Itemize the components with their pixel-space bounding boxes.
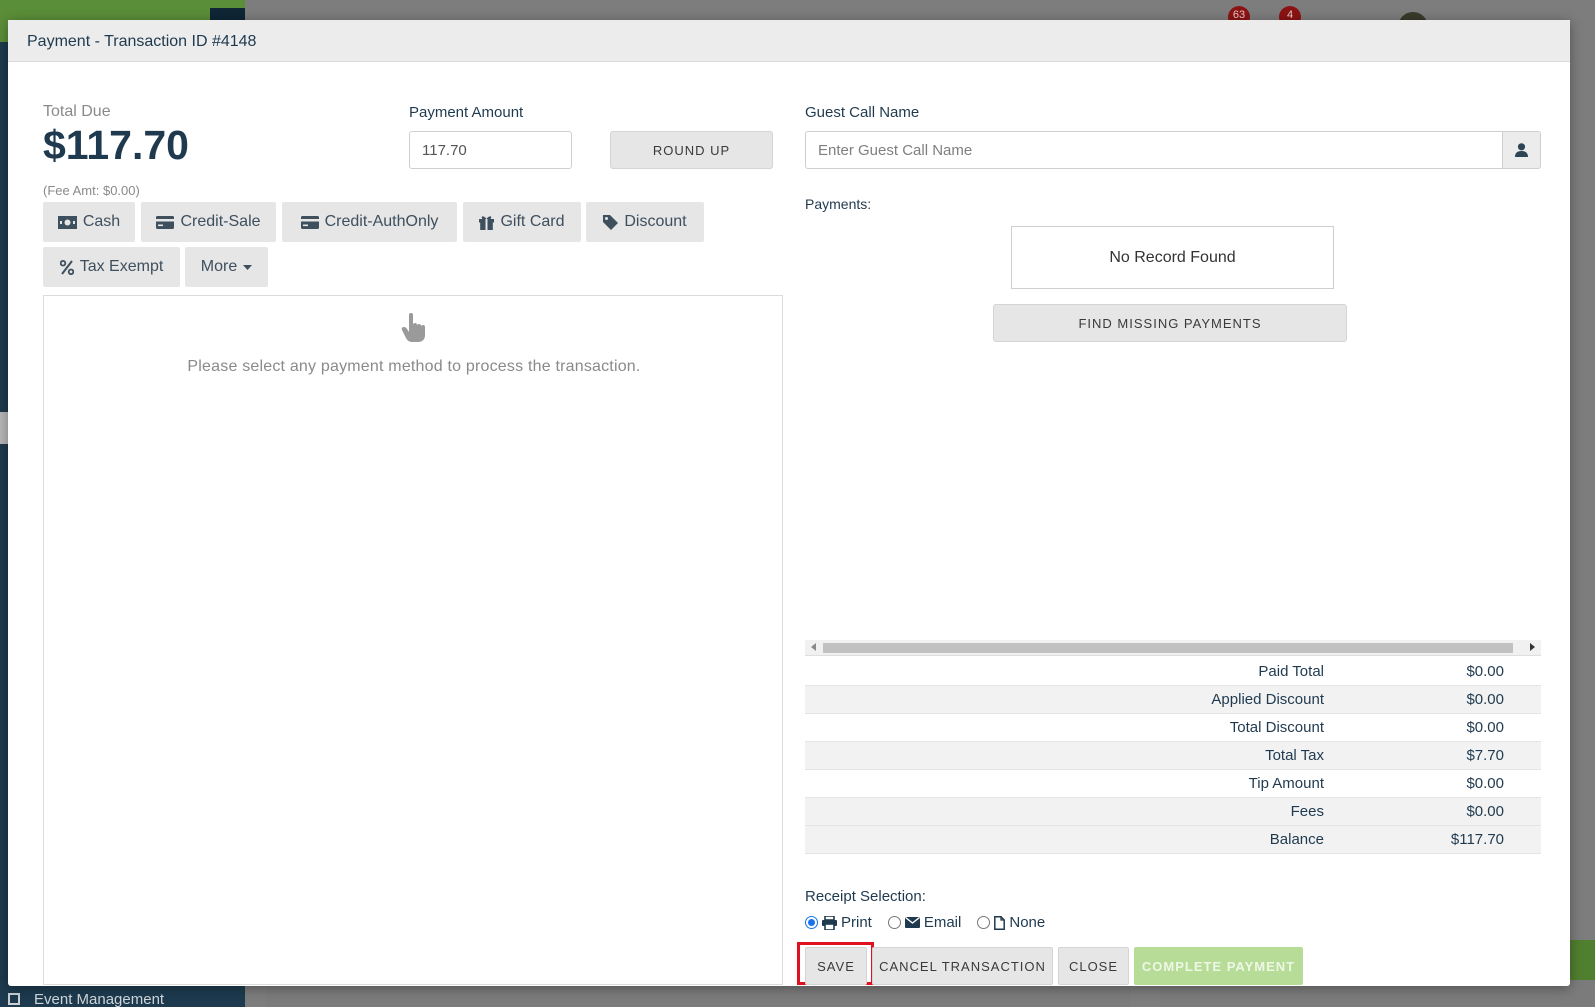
cash-button[interactable]: Cash bbox=[43, 202, 135, 242]
totals-label: Applied Discount bbox=[1211, 691, 1324, 708]
totals-value: $0.00 bbox=[1466, 663, 1504, 680]
totals-label: Balance bbox=[1269, 831, 1324, 848]
totals-row-tip-amount: Tip Amount $0.00 bbox=[805, 770, 1541, 798]
totals-label: Paid Total bbox=[1258, 663, 1324, 680]
close-button[interactable]: CLOSE bbox=[1058, 947, 1129, 985]
totals-row-paid-total: Paid Total $0.00 bbox=[805, 658, 1541, 686]
none-label: None bbox=[1009, 914, 1046, 931]
tax-exempt-label: Tax Exempt bbox=[79, 258, 164, 275]
user-icon bbox=[1515, 143, 1528, 157]
cancel-transaction-button[interactable]: CANCEL TRANSACTION bbox=[872, 947, 1053, 985]
receipt-options: Print Email None bbox=[805, 914, 1061, 931]
envelope-icon bbox=[904, 917, 920, 928]
hand-pointer-icon bbox=[401, 313, 425, 342]
payment-right-column: Guest Call Name Payments: No Record Foun… bbox=[797, 62, 1541, 986]
payment-amount-label: Payment Amount bbox=[409, 104, 524, 121]
receipt-option-email[interactable]: Email bbox=[887, 914, 962, 931]
totals-label: Total Tax bbox=[1265, 747, 1324, 764]
discount-button[interactable]: Discount bbox=[586, 202, 704, 242]
print-label: Print bbox=[841, 914, 872, 931]
no-record-message: No Record Found bbox=[1011, 226, 1334, 289]
totals-label: Fees bbox=[1290, 803, 1324, 820]
totals-value: $0.00 bbox=[1466, 719, 1504, 736]
payment-amount-input[interactable] bbox=[409, 131, 572, 169]
save-button[interactable]: SAVE bbox=[805, 947, 867, 985]
sidebar-item-event-management: Event Management bbox=[0, 992, 245, 1007]
modal-title: Payment - Transaction ID #4148 bbox=[8, 20, 1570, 62]
payment-left-column: Total Due $117.70 (Fee Amt: $0.00) Payme… bbox=[43, 62, 783, 986]
receipt-selection-label: Receipt Selection: bbox=[805, 888, 926, 905]
discount-label: Discount bbox=[624, 213, 687, 230]
totals-value: $117.70 bbox=[1450, 831, 1504, 848]
percent-icon bbox=[59, 259, 74, 275]
totals-value: $7.70 bbox=[1466, 747, 1504, 764]
find-missing-payments-button[interactable]: FIND MISSING PAYMENTS bbox=[993, 304, 1347, 342]
payments-label: Payments: bbox=[805, 196, 872, 212]
totals-row-total-tax: Total Tax $7.70 bbox=[805, 742, 1541, 770]
tag-icon bbox=[603, 214, 619, 230]
credit-card-icon bbox=[300, 215, 319, 229]
totals-row-balance: Balance $117.70 bbox=[805, 826, 1541, 854]
money-bill-icon bbox=[57, 215, 77, 229]
gift-icon bbox=[479, 215, 495, 230]
cash-label: Cash bbox=[82, 213, 121, 230]
credit-sale-label: Credit-Sale bbox=[180, 213, 261, 230]
more-dropdown-button[interactable]: More bbox=[185, 247, 268, 287]
print-radio[interactable] bbox=[805, 916, 818, 929]
email-label: Email bbox=[923, 914, 962, 931]
totals-value: $0.00 bbox=[1466, 775, 1504, 792]
total-due-label: Total Due bbox=[43, 103, 111, 120]
none-radio[interactable] bbox=[977, 916, 991, 929]
receipt-option-none[interactable]: None bbox=[977, 914, 1045, 931]
background-green-button bbox=[1570, 940, 1595, 980]
caret-down-icon bbox=[243, 264, 253, 270]
credit-sale-button[interactable]: Credit-Sale bbox=[141, 202, 276, 242]
payment-process-panel: Please select any payment method to proc… bbox=[43, 295, 783, 985]
fee-amount: (Fee Amt: $0.00) bbox=[43, 183, 140, 198]
credit-authonly-button[interactable]: Credit-AuthOnly bbox=[282, 202, 457, 242]
payment-totals-table: Paid Total $0.00 Applied Discount $0.00 … bbox=[805, 658, 1541, 854]
tax-exempt-button[interactable]: Tax Exempt bbox=[43, 247, 180, 287]
credit-card-icon bbox=[156, 215, 175, 229]
credit-authonly-label: Credit-AuthOnly bbox=[324, 213, 439, 230]
totals-label: Total Discount bbox=[1229, 719, 1324, 736]
guest-lookup-button[interactable] bbox=[1502, 131, 1541, 169]
email-radio[interactable] bbox=[887, 916, 901, 929]
total-due-amount: $117.70 bbox=[43, 122, 189, 168]
print-icon bbox=[822, 915, 837, 930]
calendar-icon bbox=[8, 993, 20, 1005]
guest-call-name-label: Guest Call Name bbox=[805, 104, 920, 121]
totals-value: $0.00 bbox=[1466, 803, 1504, 820]
totals-row-applied-discount: Applied Discount $0.00 bbox=[805, 686, 1541, 714]
file-icon bbox=[994, 915, 1006, 930]
gift-card-label: Gift Card bbox=[500, 213, 565, 230]
scroll-right-arrow-icon[interactable] bbox=[1530, 643, 1535, 651]
scroll-left-arrow-icon[interactable] bbox=[811, 643, 816, 651]
complete-payment-button[interactable]: COMPLETE PAYMENT bbox=[1134, 947, 1303, 985]
round-up-button[interactable]: ROUND UP bbox=[610, 131, 773, 169]
totals-value: $0.00 bbox=[1466, 691, 1504, 708]
gift-card-button[interactable]: Gift Card bbox=[463, 202, 581, 242]
totals-row-total-discount: Total Discount $0.00 bbox=[805, 714, 1541, 742]
process-instruction: Please select any payment method to proc… bbox=[187, 358, 641, 375]
receipt-option-print[interactable]: Print bbox=[805, 914, 872, 931]
guest-call-name-input[interactable] bbox=[805, 131, 1502, 169]
totals-label: Tip Amount bbox=[1248, 775, 1324, 792]
more-label: More bbox=[200, 258, 238, 275]
totals-row-fees: Fees $0.00 bbox=[805, 798, 1541, 826]
payments-horizontal-scrollbar[interactable] bbox=[805, 640, 1541, 656]
payment-modal: Payment - Transaction ID #4148 Total Due… bbox=[8, 20, 1570, 986]
scrollbar-thumb[interactable] bbox=[823, 643, 1513, 653]
